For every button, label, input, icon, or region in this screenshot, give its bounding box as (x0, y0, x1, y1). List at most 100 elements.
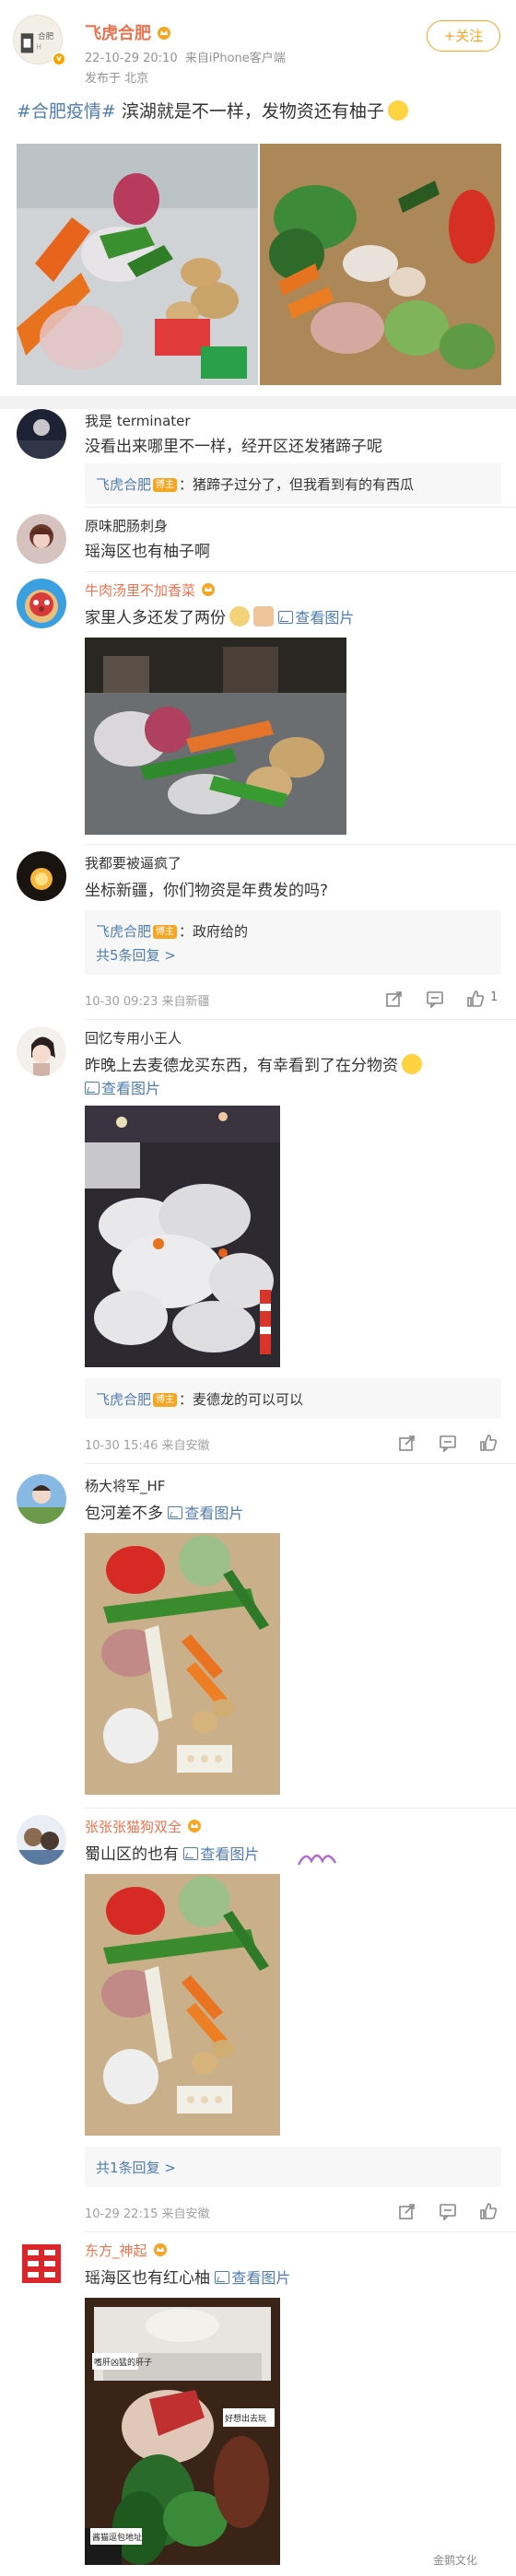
comment-image[interactable] (85, 1106, 280, 1367)
reply-box[interactable]: 飞虎合肥 博主 ：政府给的 共5条回复 > (85, 910, 501, 975)
comment-author[interactable]: 我都要被逼疯了 (85, 853, 182, 872)
svg-text:合肥: 合肥 (38, 30, 54, 41)
reply-author[interactable]: 飞虎合肥 (96, 1391, 151, 1408)
comment-text: 昨晚上去麦德龙买东西，有幸看到了在分物资 (85, 1052, 422, 1075)
image-icon (278, 611, 294, 624)
post-meta: 22-10-29 20:10 来自iPhone客户端 (85, 52, 286, 65)
comment-meta: 10-30 09:23 来自新疆 (85, 995, 210, 1009)
photo-note: 好想出去玩 (225, 2415, 267, 2424)
comment-avatar[interactable] (17, 579, 66, 628)
comment-text: 瑶海区也有柚子啊 (85, 543, 210, 561)
like-count: 1 (490, 990, 498, 1004)
reply-author[interactable]: 飞虎合肥 (96, 476, 151, 493)
comment-text: 蜀山区的也有 查看图片 (85, 1845, 260, 1864)
comment-avatar[interactable] (17, 1815, 66, 1865)
reply-author[interactable]: 飞虎合肥 (96, 923, 151, 940)
post-header: 合肥 H v 飞虎合肥 22-10-29 20:10 来自iPhone客户端 发布… (0, 0, 516, 92)
image-icon (168, 1506, 183, 1519)
comment-author[interactable]: 回忆专用小王人 (85, 1028, 182, 1048)
crown-icon (202, 583, 216, 596)
post-location: 发布于 北京 (85, 72, 149, 86)
comment-text: 瑶海区也有红心柚 查看图片 (85, 2269, 291, 2288)
comment-text: 家里人多还发了两份 查看图片 (85, 604, 354, 627)
comment-image[interactable] (85, 638, 346, 835)
comment-divider (85, 571, 516, 572)
comment-divider (85, 2231, 516, 2232)
comment-author[interactable]: 张张张猫狗双全 (85, 1817, 202, 1836)
comment-icon[interactable] (439, 1434, 457, 1453)
comment-image[interactable] (85, 1874, 280, 2136)
comment-meta: 10-30 15:46 来自安徽 (85, 1439, 210, 1453)
photo-note: 酱猫逗包地址 (92, 2534, 143, 2543)
follow-button[interactable]: +关注 (427, 20, 500, 52)
watermark: 金鹅文化 (433, 2554, 478, 2567)
comment-author[interactable]: 牛肉汤里不加香菜 (85, 580, 216, 600)
like-icon[interactable] (479, 2202, 498, 2220)
comment-icon[interactable] (426, 989, 444, 1009)
comment-avatar[interactable] (17, 1026, 66, 1076)
comment-divider (85, 844, 516, 845)
comment-author[interactable]: 东方_神起 (85, 2241, 168, 2260)
crown-icon (158, 27, 170, 40)
like-icon[interactable] (466, 989, 485, 1008)
crown-icon (188, 1820, 202, 1832)
photo-note: 嗜肝凶猛的肝子 (94, 2359, 153, 2368)
more-replies-link[interactable]: 共1条回复 > (96, 2160, 176, 2176)
reply-box[interactable]: 飞虎合肥 博主 ：猪蹄子过分了，但我看到有的有西瓜 (85, 463, 501, 504)
comment-avatar[interactable] (17, 514, 66, 564)
comment-divider (85, 507, 516, 508)
post-image-1[interactable] (17, 144, 258, 385)
thumbs-up-emoji-icon (253, 606, 274, 626)
post-image-2[interactable] (260, 144, 501, 385)
smile-emoji-icon (387, 100, 408, 121)
image-icon (183, 1847, 199, 1860)
crown-icon (153, 2243, 167, 2256)
share-icon[interactable] (398, 1434, 416, 1452)
comment-author[interactable]: 我是 terminater (85, 411, 191, 430)
sticker-icon (297, 1854, 337, 1866)
comment-divider (85, 1808, 516, 1809)
post-text: #合肥疫情# 滨湖就是不一样，发物资还有柚子 (17, 98, 408, 123)
comment-image[interactable]: 嗜肝凶猛的肝子 好想出去玩 酱猫逗包地址 (85, 2298, 280, 2565)
comment-author[interactable]: 原味肥肠刺身 (85, 516, 168, 535)
like-icon[interactable] (479, 1434, 498, 1452)
comment-avatar[interactable] (17, 409, 66, 459)
comment-image[interactable] (85, 1533, 280, 1795)
author-tag: 博主 (153, 925, 178, 939)
section-divider (0, 396, 516, 409)
post-author-name[interactable]: 飞虎合肥 (85, 20, 171, 44)
view-image-link[interactable]: 查看图片 (85, 1076, 160, 1098)
comment-avatar[interactable] (17, 2239, 66, 2289)
comment-divider (85, 1463, 516, 1464)
more-replies-link[interactable]: 共5条回复 > (96, 943, 490, 967)
laugh-emoji-icon (402, 1054, 422, 1074)
share-icon[interactable] (385, 989, 404, 1008)
author-tag: 博主 (153, 478, 178, 492)
comment-text: 包河差不多 查看图片 (85, 1505, 244, 1523)
dog-emoji-icon (229, 606, 250, 626)
reply-text: ：麦德龙的可以可以 (179, 1391, 304, 1408)
svg-text:H: H (36, 43, 41, 52)
comment-actions: 1 (378, 989, 507, 1010)
comment-avatar[interactable] (17, 1474, 66, 1524)
reply-box[interactable]: 飞虎合肥 博主 ：麦德龙的可以可以 (85, 1378, 501, 1419)
image-icon (85, 1082, 100, 1095)
view-image-link[interactable]: 查看图片 (278, 609, 354, 626)
author-tag: 博主 (153, 1393, 178, 1407)
view-image-link[interactable]: 查看图片 (215, 2269, 290, 2287)
view-image-link[interactable]: 查看图片 (168, 1505, 243, 1522)
reply-box[interactable]: 共1条回复 > (85, 2147, 501, 2187)
share-icon[interactable] (398, 2202, 416, 2220)
reply-text: ：政府给的 (179, 923, 249, 940)
hashtag-link[interactable]: #合肥疫情# (17, 101, 116, 122)
comment-avatar[interactable] (17, 851, 66, 901)
comment-text: 没看出来哪里不一样，经开区还发猪蹄子呢 (85, 438, 382, 456)
comment-author[interactable]: 杨大将军_HF (85, 1476, 165, 1495)
comment-icon[interactable] (439, 2202, 457, 2221)
image-icon (215, 2271, 230, 2284)
comment-actions (378, 1434, 507, 1454)
comment-actions (378, 2202, 507, 2222)
comment-text: 坐标新疆，你们物资是年费发的吗? (85, 882, 329, 900)
view-image-link[interactable]: 查看图片 (183, 1845, 259, 1863)
verified-icon: v (52, 52, 66, 66)
